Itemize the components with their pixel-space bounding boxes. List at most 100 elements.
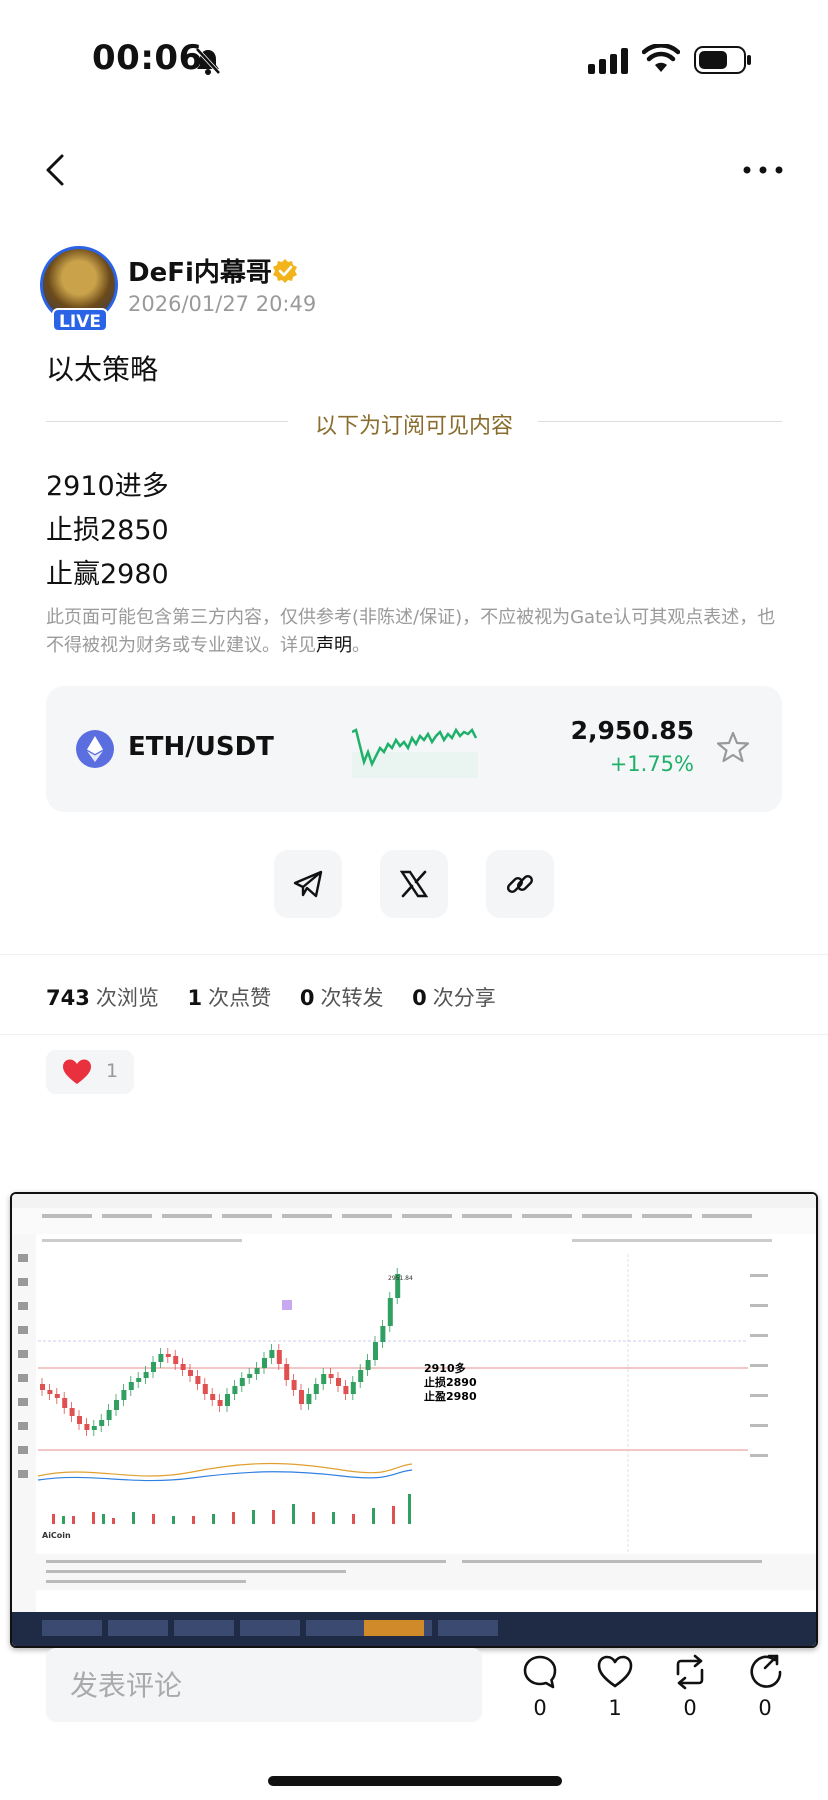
candle-body — [232, 1386, 238, 1394]
candle-body — [180, 1364, 186, 1370]
candle-body — [350, 1382, 356, 1394]
candle-body — [269, 1350, 275, 1358]
candle-body — [47, 1390, 53, 1394]
ticker-pair: ETH/USDT — [128, 732, 274, 762]
candle-body — [40, 1384, 45, 1390]
divider-left — [46, 421, 288, 422]
section-divider-2 — [0, 1034, 828, 1035]
section-divider — [0, 954, 828, 955]
reposts-label: 次转发 — [320, 986, 384, 1010]
candle-body — [91, 1426, 97, 1430]
candle-body — [313, 1384, 319, 1394]
candle-body — [54, 1394, 60, 1398]
candle-body — [284, 1364, 290, 1380]
candle-body — [247, 1374, 253, 1378]
views-count: 743 — [46, 986, 90, 1010]
share-x-button[interactable] — [380, 850, 448, 918]
status-time: 00:06 — [92, 38, 203, 78]
trading-chart-screenshot: 2910多 止损2890 止盈2980 2951.84 AiCoin — [12, 1194, 816, 1646]
candle-body — [69, 1408, 75, 1416]
candle-body — [239, 1378, 245, 1386]
author-name[interactable]: DeFi内幕哥 — [128, 252, 272, 289]
candle-body — [365, 1360, 371, 1370]
candle-body — [358, 1370, 364, 1382]
repost-icon[interactable] — [670, 1652, 710, 1692]
wifi-icon — [642, 44, 680, 72]
views-label: 次浏览 — [95, 986, 159, 1010]
post-image-screenshot[interactable]: 2910多 止损2890 止盈2980 2951.84 AiCoin — [10, 1192, 818, 1648]
candle-body — [121, 1390, 127, 1400]
verified-badge-icon — [273, 259, 297, 283]
likes-bottom-count: 1 — [608, 1696, 622, 1720]
likes-label: 次点赞 — [208, 986, 272, 1010]
post-date: 2026/01/27 20:49 — [128, 292, 317, 316]
disclaimer-text: 此页面可能包含第三方内容，仅供参考(非陈述/保证)，不应被视为Gate认可其观点… — [46, 604, 786, 660]
candle-body — [387, 1298, 393, 1326]
post-stats: 743 次浏览 1 次点赞 0 次转发 0 次分享 — [46, 982, 518, 1012]
post-line-entry: 2910进多 — [46, 471, 169, 502]
ethereum-icon — [76, 730, 114, 768]
overlay-brand: AiCoin — [42, 1531, 71, 1540]
shares-label: 次分享 — [432, 986, 496, 1010]
share-icon[interactable] — [745, 1652, 785, 1692]
candle-body — [380, 1326, 386, 1342]
candle-body — [328, 1374, 334, 1378]
copy-link-button[interactable] — [486, 850, 554, 918]
candle-body — [299, 1390, 304, 1404]
bell-muted-icon — [195, 47, 221, 75]
candle-body — [321, 1374, 327, 1384]
ticker-price: 2,950.85 — [570, 716, 694, 745]
share-telegram-button[interactable] — [274, 850, 342, 918]
disclaimer-end: 。 — [352, 635, 370, 656]
live-badge: LIVE — [52, 308, 108, 332]
heart-icon — [63, 1059, 91, 1084]
candle-body — [106, 1410, 112, 1420]
x-logo-icon — [399, 870, 429, 898]
favorite-star-icon[interactable] — [716, 730, 750, 764]
overlay-price-label: 2951.84 — [388, 1275, 413, 1282]
candle-body — [143, 1372, 149, 1378]
candle-body — [225, 1394, 230, 1406]
candle-body — [262, 1358, 267, 1368]
candle-body — [202, 1384, 208, 1394]
post-title: 以太策略 — [46, 353, 159, 386]
candle-body — [254, 1368, 260, 1374]
candle-body — [114, 1400, 119, 1410]
candle-body — [276, 1350, 282, 1364]
candle-body — [99, 1420, 105, 1426]
price-sparkline — [352, 727, 478, 778]
likes-count: 1 — [187, 986, 203, 1010]
candle-body — [151, 1362, 156, 1372]
disclaimer-link[interactable]: 声明 — [316, 635, 352, 656]
comment-icon[interactable] — [520, 1652, 560, 1692]
comment-placeholder: 发表评论 — [70, 1669, 183, 1702]
candle-body — [291, 1380, 297, 1390]
candle-body — [165, 1354, 171, 1357]
telegram-icon — [293, 870, 323, 898]
shares-count: 0 — [412, 986, 427, 1010]
candle-body — [158, 1354, 164, 1362]
overlay-takeprofit: 止盈2980 — [424, 1389, 477, 1403]
candle-body — [77, 1416, 82, 1424]
post-line-stoploss: 止损2850 — [46, 515, 169, 546]
battery-icon — [694, 46, 751, 74]
candle-body — [62, 1398, 68, 1408]
disclaimer-body: 此页面可能包含第三方内容，仅供参考(非陈述/保证)，不应被视为Gate认可其观点… — [46, 607, 776, 656]
more-options-icon[interactable] — [742, 162, 784, 178]
divider-right — [538, 421, 782, 422]
home-indicator — [268, 1776, 562, 1786]
candle-body — [84, 1424, 90, 1430]
candle-body — [128, 1382, 134, 1390]
comments-count: 0 — [533, 1696, 547, 1720]
overlay-entry: 2910多 — [424, 1361, 466, 1375]
ticker-change: +1.75% — [609, 752, 694, 776]
post-line-takeprofit: 止赢2980 — [46, 559, 169, 590]
like-icon[interactable] — [595, 1652, 635, 1692]
back-arrow-icon[interactable] — [40, 150, 70, 190]
candle-body — [210, 1394, 216, 1400]
candle-body — [173, 1356, 179, 1364]
candle-body — [373, 1342, 378, 1360]
overlay-stoploss: 止损2890 — [424, 1375, 477, 1389]
candle-body — [188, 1370, 193, 1376]
candle-body — [195, 1376, 201, 1384]
